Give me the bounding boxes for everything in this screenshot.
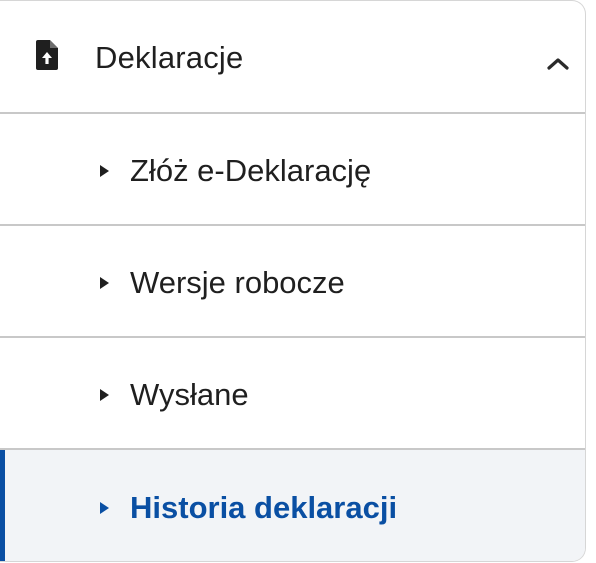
menu-item-sent[interactable]: Wysłane xyxy=(0,338,585,450)
chevron-up-icon[interactable] xyxy=(546,55,570,71)
menu-item-label: Historia deklaracji xyxy=(130,490,398,525)
menu-item-declaration-history[interactable]: Historia deklaracji xyxy=(0,450,585,561)
active-indicator xyxy=(0,450,5,561)
triangle-bullet-icon xyxy=(100,165,109,177)
declarations-menu: Deklaracje Złóż e-Deklarację Wersje robo… xyxy=(0,0,586,562)
menu-item-label: Wersje robocze xyxy=(130,265,345,300)
menu-item-submit-declaration[interactable]: Złóż e-Deklarację xyxy=(0,114,585,226)
menu-section-header[interactable]: Deklaracje xyxy=(0,1,585,114)
triangle-bullet-icon xyxy=(100,277,109,289)
menu-item-label: Złóż e-Deklarację xyxy=(130,153,372,188)
triangle-bullet-icon xyxy=(100,502,109,514)
triangle-bullet-icon xyxy=(100,389,109,401)
menu-section-title: Deklaracje xyxy=(95,40,244,75)
document-upload-icon xyxy=(36,40,58,70)
menu-item-label: Wysłane xyxy=(130,377,249,412)
menu-item-drafts[interactable]: Wersje robocze xyxy=(0,226,585,338)
